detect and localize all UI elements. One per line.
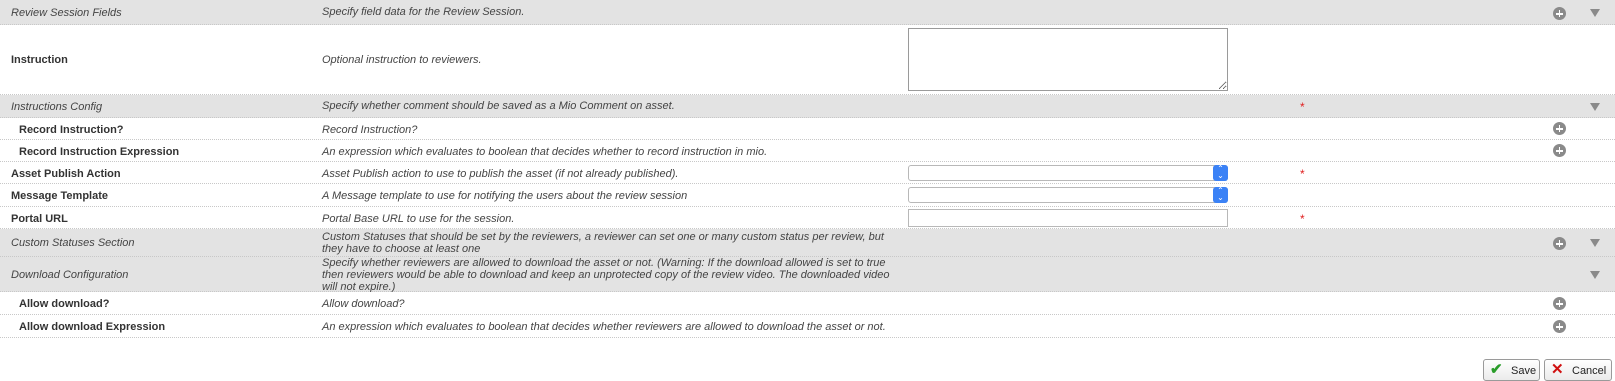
save-label: Save: [1511, 365, 1537, 377]
section-description: Specify whether reviewers are allowed to…: [322, 257, 890, 293]
field-description: Portal Base URL to use for the session.: [322, 213, 515, 225]
field-description: An expression which evaluates to boolean…: [322, 146, 768, 158]
field-description: Asset Publish action to use to publish t…: [322, 168, 679, 180]
required-star-icon: *: [1300, 100, 1305, 114]
instruction-textarea[interactable]: [908, 28, 1228, 91]
section-description: Custom Statuses that should be set by th…: [322, 231, 884, 255]
section-description: Specify whether comment should be saved …: [322, 100, 675, 112]
cancel-button[interactable]: ✕ Cancel: [1544, 359, 1612, 381]
section-download-configuration: Download Configuration Specify whether r…: [0, 257, 1615, 293]
field-label: Portal URL: [11, 213, 68, 225]
field-portal-url: Portal URL Portal Base URL to use for th…: [0, 207, 1615, 229]
save-button[interactable]: ✔ Save: [1483, 359, 1540, 381]
section-label: Custom Statuses Section: [11, 237, 135, 249]
section-description: Specify field data for the Review Sessio…: [322, 6, 525, 18]
field-label: Message Template: [11, 190, 109, 202]
section-label: Review Session Fields: [11, 7, 122, 19]
required-star-icon: *: [1300, 212, 1305, 226]
field-asset-publish-action: Asset Publish Action Asset Publish actio…: [0, 162, 1615, 184]
field-label: Instruction: [11, 54, 68, 66]
add-icon[interactable]: [1553, 237, 1566, 250]
required-star-icon: *: [1300, 167, 1305, 181]
field-description: An expression which evaluates to boolean…: [322, 321, 886, 333]
section-instructions-config: Instructions Config Specify whether comm…: [0, 95, 1615, 118]
add-icon[interactable]: [1553, 297, 1566, 310]
section-label: Instructions Config: [11, 101, 103, 113]
field-description: Optional instruction to reviewers.: [322, 54, 482, 66]
field-label: Allow download Expression: [19, 321, 166, 333]
field-label: Asset Publish Action: [11, 168, 121, 180]
field-description: Record Instruction?: [322, 124, 418, 136]
field-record-instruction: Record Instruction? Record Instruction?: [0, 118, 1615, 140]
collapse-arrow-icon[interactable]: [1590, 271, 1600, 279]
section-custom-statuses: Custom Statuses Section Custom Statuses …: [0, 229, 1615, 257]
field-description: Allow download?: [322, 298, 405, 310]
checkmark-icon: ✔: [1490, 361, 1503, 378]
select-stepper-icon: ⌃ ⌄: [1213, 165, 1228, 181]
field-allow-download-expression: Allow download Expression An expression …: [0, 315, 1615, 338]
add-icon[interactable]: [1553, 7, 1566, 20]
add-icon[interactable]: [1553, 144, 1566, 157]
portal-url-input[interactable]: [908, 209, 1228, 227]
field-label: Record Instruction Expression: [19, 146, 180, 158]
field-message-template: Message Template A Message template to u…: [0, 184, 1615, 207]
field-instruction: Instruction Optional instruction to revi…: [0, 25, 1615, 95]
message-template-select[interactable]: ⌃ ⌄: [908, 187, 1228, 203]
field-label: Allow download?: [19, 298, 110, 310]
collapse-arrow-icon[interactable]: [1590, 103, 1600, 111]
field-allow-download: Allow download? Allow download?: [0, 292, 1615, 315]
x-icon: ✕: [1551, 361, 1564, 378]
cancel-label: Cancel: [1572, 365, 1607, 377]
field-record-instruction-expression: Record Instruction Expression An express…: [0, 140, 1615, 162]
select-stepper-icon: ⌃ ⌄: [1213, 187, 1228, 203]
collapse-arrow-icon[interactable]: [1590, 9, 1600, 17]
add-icon[interactable]: [1553, 320, 1566, 333]
review-session-form: Review Session Fields Specify field data…: [0, 0, 1615, 338]
add-icon[interactable]: [1553, 122, 1566, 135]
section-label: Download Configuration: [11, 269, 129, 281]
field-label: Record Instruction?: [19, 124, 124, 136]
collapse-arrow-icon[interactable]: [1590, 239, 1600, 247]
section-review-session-fields: Review Session Fields Specify field data…: [0, 0, 1615, 25]
field-description: A Message template to use for notifying …: [322, 190, 688, 202]
asset-publish-action-select[interactable]: ⌃ ⌄: [908, 165, 1228, 181]
